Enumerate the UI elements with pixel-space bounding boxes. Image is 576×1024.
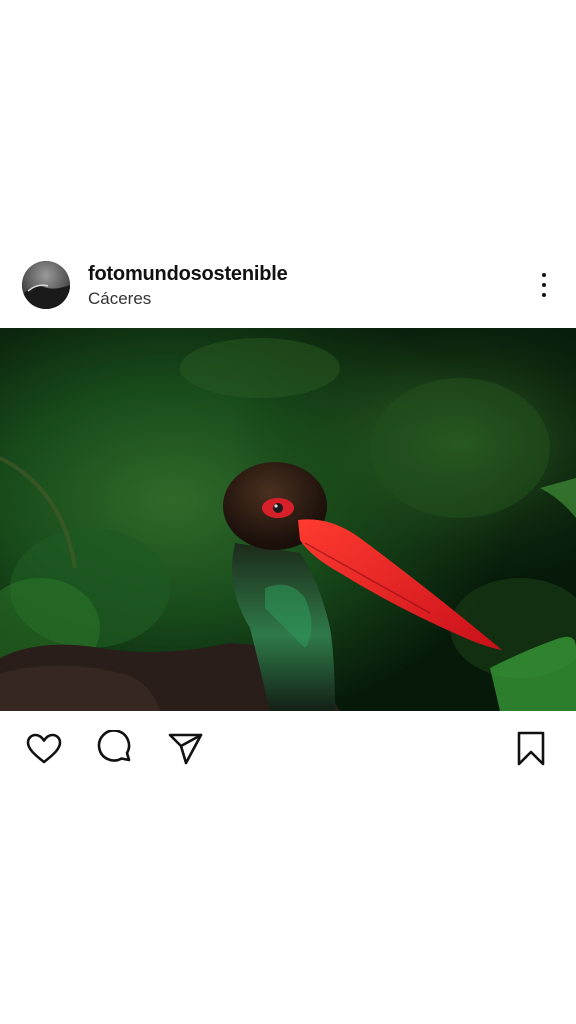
post-photo[interactable] (0, 328, 576, 711)
more-options-icon-dot (542, 283, 546, 287)
more-options-icon-dot (542, 293, 546, 297)
like-button[interactable] (25, 730, 63, 768)
instagram-post-screen: fotomundosostenible Cáceres (0, 0, 576, 1024)
avatar[interactable] (22, 261, 70, 309)
post-actions-bar (0, 726, 576, 770)
user-block: fotomundosostenible Cáceres (88, 262, 288, 311)
save-button[interactable] (512, 730, 550, 768)
post-card: fotomundosostenible Cáceres (0, 250, 576, 766)
location[interactable]: Cáceres (88, 287, 288, 311)
paper-plane-icon (168, 733, 203, 765)
bookmark-icon (517, 731, 545, 766)
share-button[interactable] (167, 730, 205, 768)
comment-button[interactable] (96, 730, 134, 768)
avatar-image (22, 261, 70, 309)
more-options-button[interactable] (534, 270, 554, 300)
heart-icon (26, 733, 62, 764)
post-header: fotomundosostenible Cáceres (0, 250, 576, 326)
black-stork-photo (0, 328, 576, 711)
more-options-icon (542, 273, 546, 277)
comment-bubble-icon (97, 730, 131, 762)
username[interactable]: fotomundosostenible (88, 262, 288, 286)
